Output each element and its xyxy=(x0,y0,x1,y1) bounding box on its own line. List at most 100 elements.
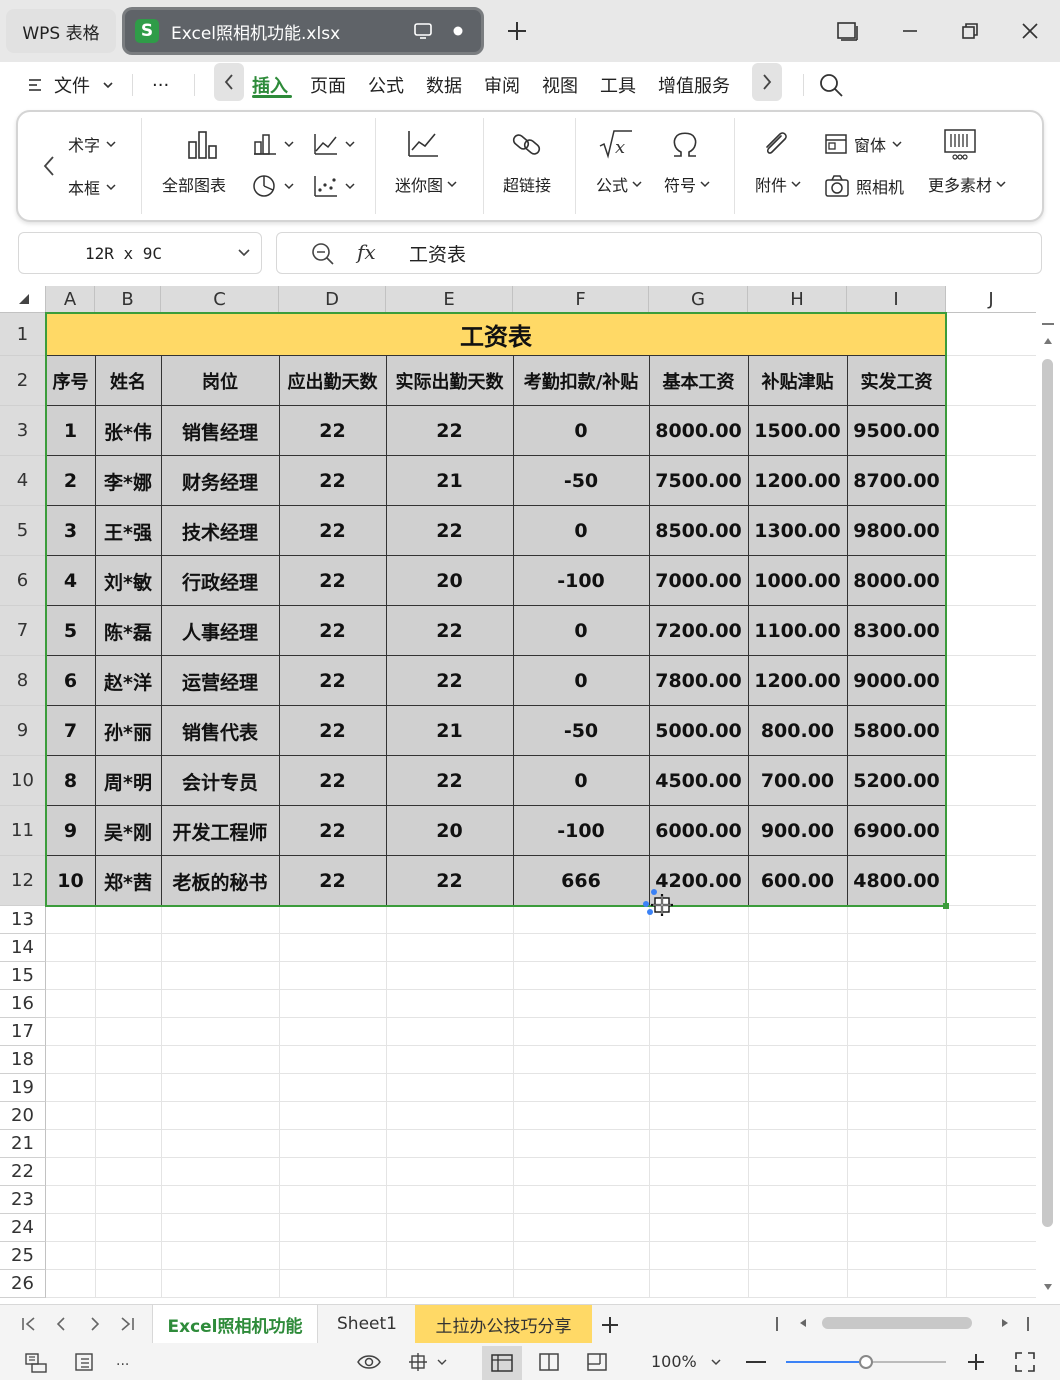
close-button[interactable] xyxy=(1015,16,1045,46)
ribbon-scroll-left-icon[interactable] xyxy=(42,155,56,177)
menu-scroll-left-button[interactable] xyxy=(214,63,244,101)
menu-view[interactable]: 视图 xyxy=(542,62,578,108)
add-sheet-icon[interactable] xyxy=(600,1315,620,1335)
restore-layout-icon[interactable] xyxy=(832,16,862,46)
macro-record-icon[interactable] xyxy=(24,1352,48,1374)
next-sheet-icon[interactable] xyxy=(88,1316,102,1332)
status-ellipsis[interactable]: ... xyxy=(116,1353,129,1369)
row-header-16[interactable]: 16 xyxy=(0,990,46,1018)
screen-icon[interactable] xyxy=(413,22,433,40)
tab-wps-home[interactable]: WPS 表格 xyxy=(6,9,116,53)
column-header-i[interactable]: I xyxy=(847,286,946,313)
menu-value-added-services[interactable]: 增值服务 xyxy=(658,62,730,108)
minimize-button[interactable] xyxy=(895,16,925,46)
camera-button[interactable]: 照相机 xyxy=(824,174,904,198)
scroll-down-icon[interactable] xyxy=(1043,1283,1053,1291)
zoom-out-icon[interactable] xyxy=(746,1361,766,1363)
eye-protection-icon[interactable] xyxy=(356,1352,382,1372)
freeze-panes-icon[interactable] xyxy=(408,1352,450,1372)
last-sheet-icon[interactable] xyxy=(118,1316,136,1332)
row-header-21[interactable]: 21 xyxy=(0,1130,46,1158)
row-header-6[interactable]: 6 xyxy=(0,556,46,606)
row-header-24[interactable]: 24 xyxy=(0,1214,46,1242)
menu-page[interactable]: 页面 xyxy=(310,62,346,108)
column-header-j[interactable]: J xyxy=(946,286,1036,313)
sheet-list-icon[interactable] xyxy=(74,1352,96,1372)
horizontal-scroll-thumb[interactable] xyxy=(822,1317,972,1329)
line-chart-button[interactable] xyxy=(313,132,355,156)
prev-sheet-icon[interactable] xyxy=(54,1316,68,1332)
zoom-in-icon[interactable] xyxy=(966,1352,986,1372)
tab-document[interactable]: S Excel照相机功能.xlsx xyxy=(122,7,484,55)
row-header-22[interactable]: 22 xyxy=(0,1158,46,1186)
select-all-corner[interactable] xyxy=(0,286,46,313)
row-header-18[interactable]: 18 xyxy=(0,1046,46,1074)
vertical-scroll-thumb[interactable] xyxy=(1042,359,1053,1227)
fullscreen-icon[interactable] xyxy=(1014,1351,1036,1373)
menu-review[interactable]: 审阅 xyxy=(484,62,520,108)
split-handle-icon[interactable] xyxy=(776,1317,778,1331)
zoom-formula-icon[interactable] xyxy=(311,242,335,266)
column-header-d[interactable]: D xyxy=(279,286,386,313)
wordart-button[interactable]: 术字 xyxy=(68,132,116,156)
form-button[interactable]: 窗体 xyxy=(824,132,902,156)
name-box[interactable]: 12R x 9C xyxy=(18,232,262,274)
fx-icon[interactable]: fx xyxy=(357,240,376,264)
row-header-23[interactable]: 23 xyxy=(0,1186,46,1214)
page-break-view-icon[interactable] xyxy=(586,1352,610,1372)
row-header-15[interactable]: 15 xyxy=(0,962,46,990)
column-header-h[interactable]: H xyxy=(748,286,847,313)
pie-chart-button[interactable] xyxy=(252,174,294,198)
row-header-9[interactable]: 9 xyxy=(0,706,46,756)
row-header-19[interactable]: 19 xyxy=(0,1074,46,1102)
column-header-a[interactable]: A xyxy=(46,286,95,313)
row-header-7[interactable]: 7 xyxy=(0,606,46,656)
row-header-1[interactable]: 1 xyxy=(0,313,46,356)
menu-data[interactable]: 数据 xyxy=(426,62,462,108)
row-header-11[interactable]: 11 xyxy=(0,806,46,856)
new-tab-button[interactable] xyxy=(502,16,532,46)
row-header-3[interactable]: 3 xyxy=(0,406,46,456)
first-sheet-icon[interactable] xyxy=(20,1316,38,1332)
row-header-10[interactable]: 10 xyxy=(0,756,46,806)
menu-more-button[interactable]: ··· xyxy=(152,62,169,108)
formula-bar[interactable]: fx 工资表 xyxy=(276,232,1042,274)
column-chart-button[interactable] xyxy=(252,132,294,156)
row-header-12[interactable]: 12 xyxy=(0,856,46,906)
scroll-left-icon[interactable] xyxy=(798,1318,808,1328)
row-header-20[interactable]: 20 xyxy=(0,1102,46,1130)
chevron-down-icon[interactable] xyxy=(710,1358,722,1366)
row-header-8[interactable]: 8 xyxy=(0,656,46,706)
row-header-14[interactable]: 14 xyxy=(0,934,46,962)
row-header-5[interactable]: 5 xyxy=(0,506,46,556)
column-header-f[interactable]: F xyxy=(513,286,649,313)
chevron-down-icon[interactable] xyxy=(237,248,251,257)
row-header-25[interactable]: 25 xyxy=(0,1242,46,1270)
scroll-top-icon[interactable] xyxy=(1042,323,1054,325)
formula-button[interactable]: x 公式 xyxy=(596,128,642,196)
scroll-right-icon[interactable] xyxy=(1000,1318,1010,1328)
row-header-13[interactable]: 13 xyxy=(0,906,46,934)
maximize-button[interactable] xyxy=(955,16,985,46)
zoom-level[interactable]: 100% xyxy=(651,1352,697,1371)
menu-insert[interactable]: 插入 xyxy=(252,62,288,108)
row-header-2[interactable]: 2 xyxy=(0,356,46,406)
column-header-e[interactable]: E xyxy=(386,286,513,313)
column-header-c[interactable]: C xyxy=(161,286,279,313)
menu-file[interactable]: 文件 xyxy=(28,62,114,108)
textbox-button[interactable]: 本框 xyxy=(68,175,116,199)
sheet-tab-sheet1[interactable]: Sheet1 xyxy=(322,1305,412,1343)
menu-tools[interactable]: 工具 xyxy=(600,62,636,108)
menu-formula[interactable]: 公式 xyxy=(368,62,404,108)
hyperlink-button[interactable]: 超链接 xyxy=(503,128,551,196)
more-assets-button[interactable]: 更多素材 xyxy=(928,128,1006,196)
vertical-scrollbar[interactable] xyxy=(1036,313,1060,1303)
column-header-b[interactable]: B xyxy=(95,286,161,313)
sparkline-button[interactable]: 迷你图 xyxy=(395,128,457,196)
symbol-button[interactable]: 符号 xyxy=(664,128,710,196)
sheet-tab-active[interactable]: Excel照相机功能 xyxy=(152,1305,318,1343)
page-layout-view-icon[interactable] xyxy=(538,1352,562,1372)
row-header-17[interactable]: 17 xyxy=(0,1018,46,1046)
split-handle-icon[interactable] xyxy=(1027,1317,1029,1331)
sheet-tab-promo[interactable]: 土拉办公技巧分享 xyxy=(415,1305,592,1343)
